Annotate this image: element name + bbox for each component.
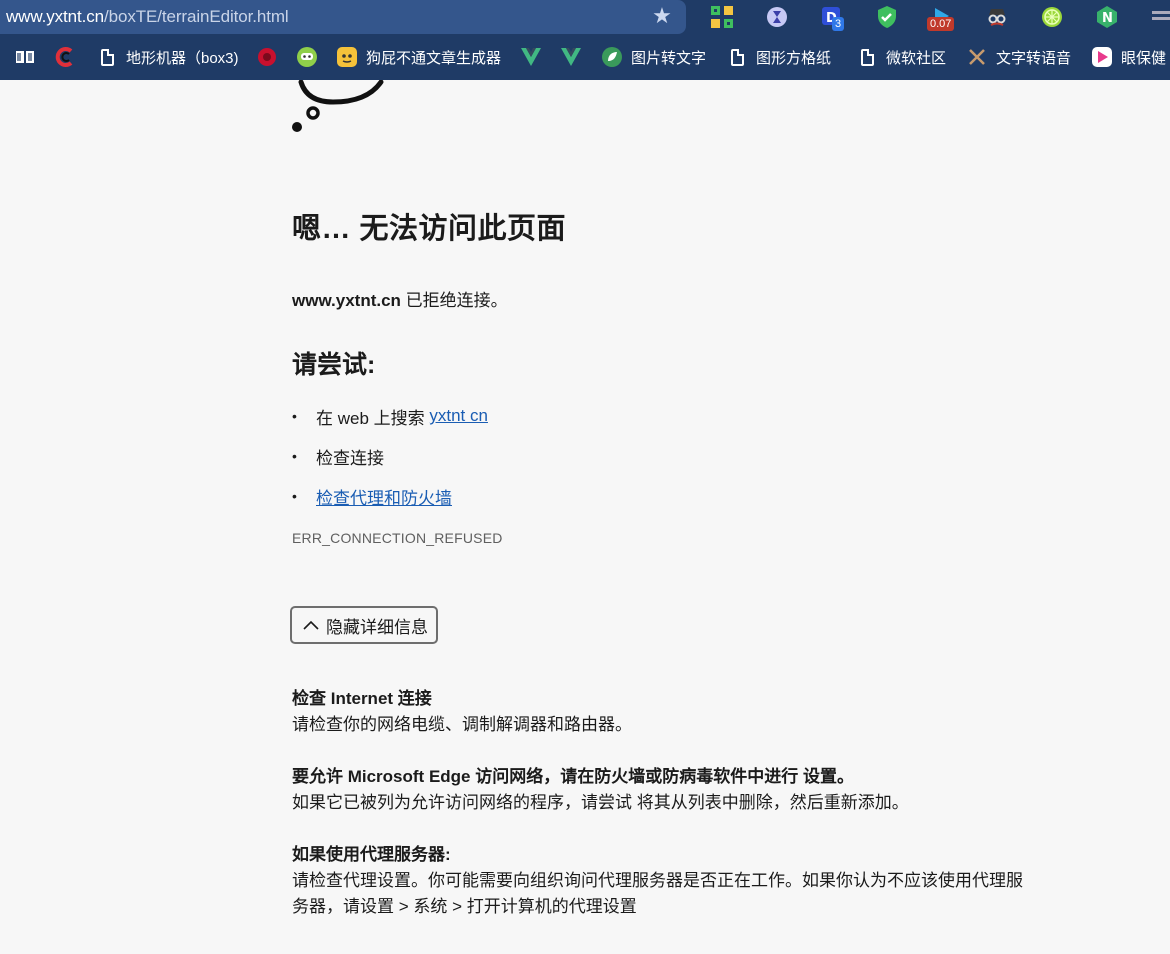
- bookmark-book[interactable]: [14, 34, 44, 80]
- bookmark-green-face[interactable]: [296, 34, 326, 80]
- translate-icon[interactable]: D 3: [820, 5, 845, 31]
- bookmark-tts[interactable]: 文字转语音: [966, 34, 1071, 80]
- try-list: • 在 web 上搜索 yxtnt cn • 检查连接 • 检查代理和防火墙: [292, 396, 488, 516]
- bookmarks-bar: 地形机器（box3) 狗屁不通文章生成器 图片转文字 图形方格纸 微软社区 文字…: [0, 34, 1170, 80]
- shield-check-icon[interactable]: [875, 5, 899, 29]
- vue-icon: [560, 46, 582, 68]
- address-bar[interactable]: www.yxtnt.cn/boxTE/terrainEditor.html ★: [0, 0, 686, 34]
- yellow-face-icon: [336, 46, 358, 68]
- bookmark-image-to-text[interactable]: 图片转文字: [601, 34, 706, 80]
- list-item: • 检查代理和防火墙: [292, 476, 488, 516]
- bookmark-label: 文字转语音: [996, 49, 1072, 67]
- qr-grid-icon[interactable]: [710, 5, 734, 29]
- hide-details-label: 隐藏详细信息: [326, 617, 428, 637]
- list-item: • 检查连接: [292, 436, 488, 476]
- check-proxy-link[interactable]: 检查代理和防火墙: [316, 484, 452, 509]
- details-section-proxy: 如果使用代理服务器: 请检查代理设置。你可能需要向组织询问代理服务器是否正在工作…: [292, 842, 1037, 920]
- bookmark-c-logo[interactable]: [54, 34, 84, 80]
- menu-icon[interactable]: [1150, 5, 1170, 29]
- sad-cloud-icon: [292, 80, 384, 132]
- bookmark-article-generator[interactable]: 狗屁不通文章生成器: [336, 34, 501, 80]
- play-pink-icon: [1091, 46, 1113, 68]
- bookmark-label: 微软社区: [886, 49, 947, 67]
- bookmark-grid-paper[interactable]: 图形方格纸: [726, 34, 831, 80]
- leaf-icon: [601, 46, 623, 68]
- play-icon[interactable]: 0.07: [927, 5, 955, 31]
- details-section-internet: 检查 Internet 连接 请检查你的网络电缆、调制解调器和路由器。: [292, 686, 1052, 738]
- details-section-firewall: 要允许 Microsoft Edge 访问网络，请在防火墙或防病毒软件中进行 设…: [292, 764, 1052, 816]
- red-circle-icon: [256, 46, 278, 68]
- url-path: /boxTE/terrainEditor.html: [104, 7, 289, 26]
- bookmark-label: 眼保健: [1121, 49, 1167, 67]
- url-text[interactable]: www.yxtnt.cn/boxTE/terrainEditor.html: [6, 7, 289, 27]
- search-prefix: 在 web 上搜索: [316, 408, 430, 428]
- doc-icon: [726, 46, 748, 68]
- chevron-up-icon: [296, 620, 326, 630]
- browser-toolbar: www.yxtnt.cn/boxTE/terrainEditor.html ★ …: [0, 0, 1170, 34]
- section-body: 请检查代理设置。你可能需要向组织询问代理服务器是否正在工作。如果你认为不应该使用…: [292, 871, 1023, 916]
- green-face-icon: [296, 46, 318, 68]
- bookmark-eye-exercise[interactable]: 眼保健: [1091, 34, 1166, 80]
- spy-icon[interactable]: [985, 5, 1009, 29]
- play-badge: 0.07: [927, 17, 955, 31]
- translate-badge: 3: [832, 17, 845, 31]
- n-icon[interactable]: N: [1095, 5, 1119, 29]
- section-title: 要允许 Microsoft Edge 访问网络，请在防火墙或防病毒软件中进行 设…: [292, 767, 854, 786]
- bullet: •: [292, 488, 297, 504]
- hide-details-button[interactable]: 隐藏详细信息: [290, 606, 438, 644]
- doc-icon: [856, 46, 878, 68]
- bookmark-ms-community[interactable]: 微软社区: [856, 34, 946, 80]
- bookmark-terrain[interactable]: 地形机器（box3): [96, 34, 239, 80]
- bookmark-red-circle[interactable]: [256, 34, 286, 80]
- section-title: 如果使用代理服务器:: [292, 845, 451, 864]
- url-host: www.yxtnt.cn: [6, 7, 104, 26]
- hourglass-icon[interactable]: [765, 5, 789, 29]
- error-code: ERR_CONNECTION_REFUSED: [292, 530, 503, 546]
- book-icon: [14, 46, 36, 68]
- bookmark-label: 图片转文字: [631, 49, 707, 67]
- lime-icon[interactable]: [1040, 5, 1064, 29]
- page-title: 嗯… 无法访问此页面: [292, 213, 567, 245]
- doc-icon: [96, 46, 118, 68]
- section-body: 请检查你的网络电缆、调制解调器和路由器。: [292, 715, 632, 734]
- vue-icon: [520, 46, 542, 68]
- bullet: •: [292, 408, 297, 424]
- bookmark-label: 地形机器（box3): [126, 49, 239, 67]
- section-body: 如果它已被列为允许访问网络的程序，请尝试 将其从列表中删除，然后重新添加。: [292, 793, 909, 812]
- tools-icon: [966, 46, 988, 68]
- svg-text:N: N: [1102, 11, 1113, 26]
- favorite-star-icon[interactable]: ★: [650, 4, 674, 28]
- search-web-link[interactable]: yxtnt cn: [429, 406, 488, 426]
- list-item: • 在 web 上搜索 yxtnt cn: [292, 396, 488, 436]
- c-logo-icon: [54, 46, 76, 68]
- refused-message: www.yxtnt.cn 已拒绝连接。: [292, 286, 508, 311]
- bullet: •: [292, 448, 297, 464]
- bookmark-label: 狗屁不通文章生成器: [366, 49, 502, 67]
- bookmark-vue-1[interactable]: [520, 34, 550, 80]
- check-connection-text: 检查连接: [316, 448, 384, 468]
- try-heading: 请尝试:: [292, 351, 376, 379]
- bookmark-vue-2[interactable]: [560, 34, 590, 80]
- bookmark-label: 图形方格纸: [756, 49, 832, 67]
- section-title: 检查 Internet 连接: [292, 689, 432, 708]
- refused-host: www.yxtnt.cn: [292, 291, 401, 310]
- refused-text: 已拒绝连接。: [400, 291, 508, 310]
